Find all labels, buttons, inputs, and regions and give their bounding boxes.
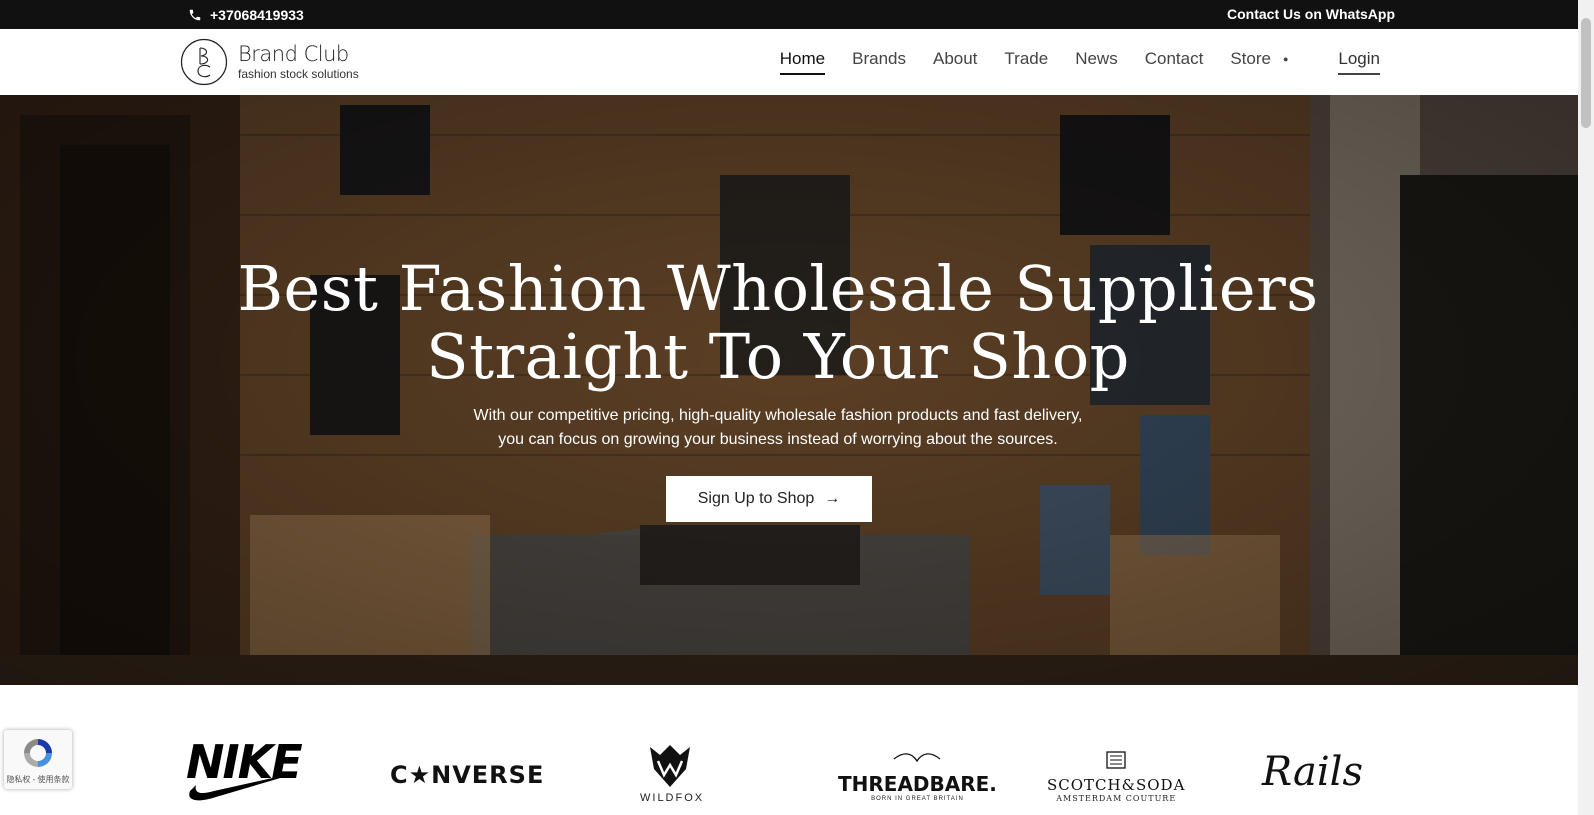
logo-name: Brand Club — [238, 42, 349, 66]
converse-logo[interactable]: C★NVERSE — [390, 761, 544, 789]
threadbare-bird-icon — [894, 753, 941, 763]
hero-subtitle-line2: you can focus on growing your business i… — [498, 431, 1058, 448]
site-header: Brand Club fashion stock solutions Home … — [0, 29, 1578, 96]
recaptcha-badge[interactable]: 隐私权 - 使用条款 — [4, 730, 72, 789]
nav-store-label: Store — [1230, 49, 1271, 68]
hero-title-line1: Best Fashion Wholesale Suppliers — [237, 252, 1319, 325]
hero-title: Best Fashion Wholesale Suppliers Straigh… — [0, 255, 1556, 391]
recaptcha-terms-links[interactable]: 隐私权 - 使用条款 — [4, 774, 72, 785]
phone-contact[interactable]: +37068419933 — [188, 0, 304, 29]
cta-label: Sign Up to Shop — [697, 490, 815, 507]
nav-brands[interactable]: Brands — [852, 49, 906, 75]
recaptcha-icon — [24, 739, 52, 767]
phone-number: +37068419933 — [210, 6, 304, 23]
nike-swoosh-icon — [189, 773, 298, 801]
wildfox-logo[interactable]: WILDFOX — [640, 743, 705, 804]
scrollbar-thumb[interactable] — [1581, 18, 1591, 128]
hero-title-line2: Straight To Your Shop — [426, 320, 1130, 393]
threadbare-wordmark: THREADBARE. — [838, 772, 997, 796]
phone-icon — [189, 9, 201, 20]
nav-about[interactable]: About — [933, 49, 977, 75]
hero-subtitle-line1: With our competitive pricing, high-quali… — [473, 407, 1083, 424]
wildfox-wordmark: WILDFOX — [640, 792, 705, 804]
scotch-soda-subline: AMSTERDAM COUTURE — [1056, 794, 1177, 803]
brand-logo[interactable]: Brand Club fashion stock solutions — [180, 37, 359, 87]
nav-trade[interactable]: Trade — [1004, 49, 1048, 75]
threadbare-logo[interactable]: THREADBARE. BORN IN GREAT BRITAIN — [838, 751, 997, 802]
logo-tagline: fashion stock solutions — [238, 67, 359, 81]
whatsapp-link[interactable]: Contact Us on WhatsApp — [1227, 0, 1395, 29]
hero-section: Best Fashion Wholesale Suppliers Straigh… — [0, 95, 1578, 685]
nike-logo[interactable]: NIKE — [186, 735, 303, 801]
dropdown-indicator-icon: ● — [1282, 54, 1289, 64]
page-scrollbar[interactable] — [1578, 0, 1594, 815]
nav-news[interactable]: News — [1075, 49, 1118, 75]
sign-up-to-shop-button[interactable]: Sign Up to Shop → — [666, 476, 872, 522]
rails-logo[interactable]: Rails — [1262, 749, 1363, 795]
login-link[interactable]: Login — [1338, 49, 1380, 75]
nav-home[interactable]: Home — [779, 49, 826, 75]
scotch-soda-emblem-icon — [1106, 751, 1126, 769]
nav-contact[interactable]: Contact — [1145, 49, 1204, 75]
hero-subtitle: With our competitive pricing, high-quali… — [0, 404, 1556, 452]
main-nav: Home Brands About Trade News Contact Sto… — [753, 29, 1380, 95]
top-bar: +37068419933 Contact Us on WhatsApp — [0, 0, 1578, 29]
scotch-and-soda-logo[interactable]: SCOTCH&SODA AMSTERDAM COUTURE — [1047, 749, 1185, 803]
threadbare-subline: BORN IN GREAT BRITAIN — [871, 796, 964, 802]
brand-club-monogram-icon — [180, 38, 228, 86]
brand-logos-strip: NIKE C★NVERSE WILDFOX THREADBARE. BORN I… — [0, 685, 1578, 815]
arrow-right-icon: → — [824, 490, 841, 507]
scotch-soda-wordmark: SCOTCH&SODA — [1047, 776, 1186, 794]
nav-store[interactable]: Store ● — [1230, 49, 1288, 75]
wildfox-crest-icon — [650, 745, 690, 787]
